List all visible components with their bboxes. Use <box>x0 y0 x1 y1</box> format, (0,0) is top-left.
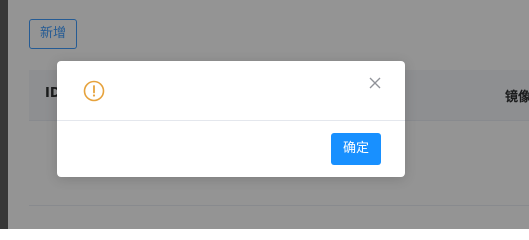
close-icon[interactable] <box>367 75 383 91</box>
page: 新增 ID 镜像 确定 <box>0 0 529 229</box>
confirm-button[interactable]: 确定 <box>331 133 381 165</box>
warning-circle-icon <box>83 80 105 102</box>
confirm-dialog: 确定 <box>57 61 405 177</box>
dialog-header <box>57 61 405 121</box>
